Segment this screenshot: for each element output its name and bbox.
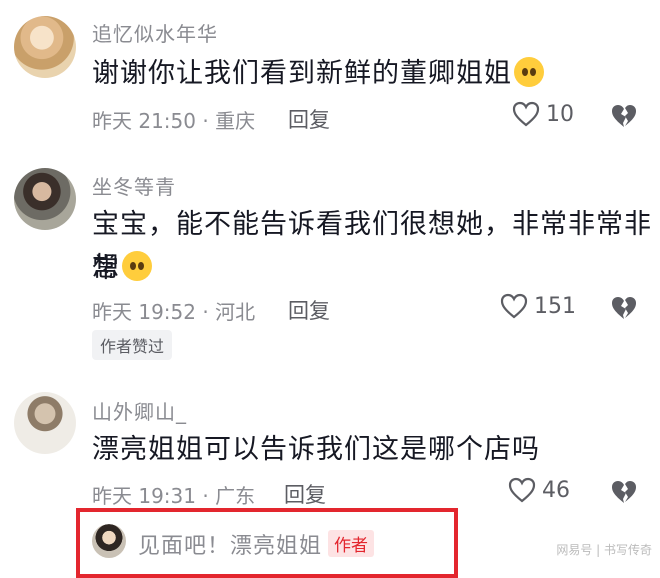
username[interactable]: 追忆似水年华	[92, 18, 218, 47]
pleading-face-emoji-icon	[122, 251, 152, 281]
comment-text-content: 谢谢你让我们看到新鲜的董卿姐姐	[92, 58, 512, 89]
username[interactable]: 山外卿山_	[92, 396, 187, 425]
comment-meta: 昨天 19:31 · 广东	[92, 484, 256, 508]
comment-text: 谢谢你让我们看到新鲜的董卿姐姐	[92, 52, 544, 96]
broken-heart-icon[interactable]	[610, 479, 638, 505]
broken-heart-icon[interactable]	[610, 295, 638, 321]
heart-icon	[500, 293, 528, 319]
like-count: 46	[542, 477, 570, 503]
comment-meta: 昨天 21:50 · 重庆	[92, 109, 256, 133]
like-count: 10	[546, 101, 574, 127]
comment-text-line-2: 想	[92, 246, 152, 290]
heart-icon	[512, 101, 540, 127]
comment-text: 漂亮姐姐可以告诉我们这是哪个店吗	[92, 434, 540, 465]
heart-icon	[508, 477, 536, 503]
comment-text-line-1: 宝宝，能不能告诉看我们很想她，非常非常非常	[92, 209, 652, 284]
username[interactable]: 坐冬等青	[92, 171, 176, 200]
like-button[interactable]: 46	[508, 477, 570, 503]
reply-button[interactable]: 回复	[288, 295, 330, 325]
author-reply-text: 见面吧！漂亮姐姐	[138, 534, 323, 559]
comment-text-content: 想	[92, 252, 120, 283]
broken-heart-icon[interactable]	[610, 103, 638, 129]
reply-button[interactable]: 回复	[288, 104, 330, 134]
avatar[interactable]	[14, 168, 76, 230]
comment-meta: 昨天 19:52 · 河北	[92, 300, 256, 324]
avatar[interactable]	[14, 16, 76, 78]
like-button[interactable]: 151	[500, 293, 576, 319]
watermark: 网易号 | 书写传奇	[556, 543, 652, 557]
reply-button[interactable]: 回复	[284, 479, 326, 509]
like-count: 151	[534, 293, 576, 319]
author-avatar[interactable]	[92, 524, 126, 558]
avatar[interactable]	[14, 392, 76, 454]
crying-face-emoji-icon	[514, 57, 544, 87]
author-liked-badge: 作者赞过	[92, 330, 173, 360]
author-tag-badge: 作者	[328, 530, 374, 557]
like-button[interactable]: 10	[512, 101, 574, 127]
